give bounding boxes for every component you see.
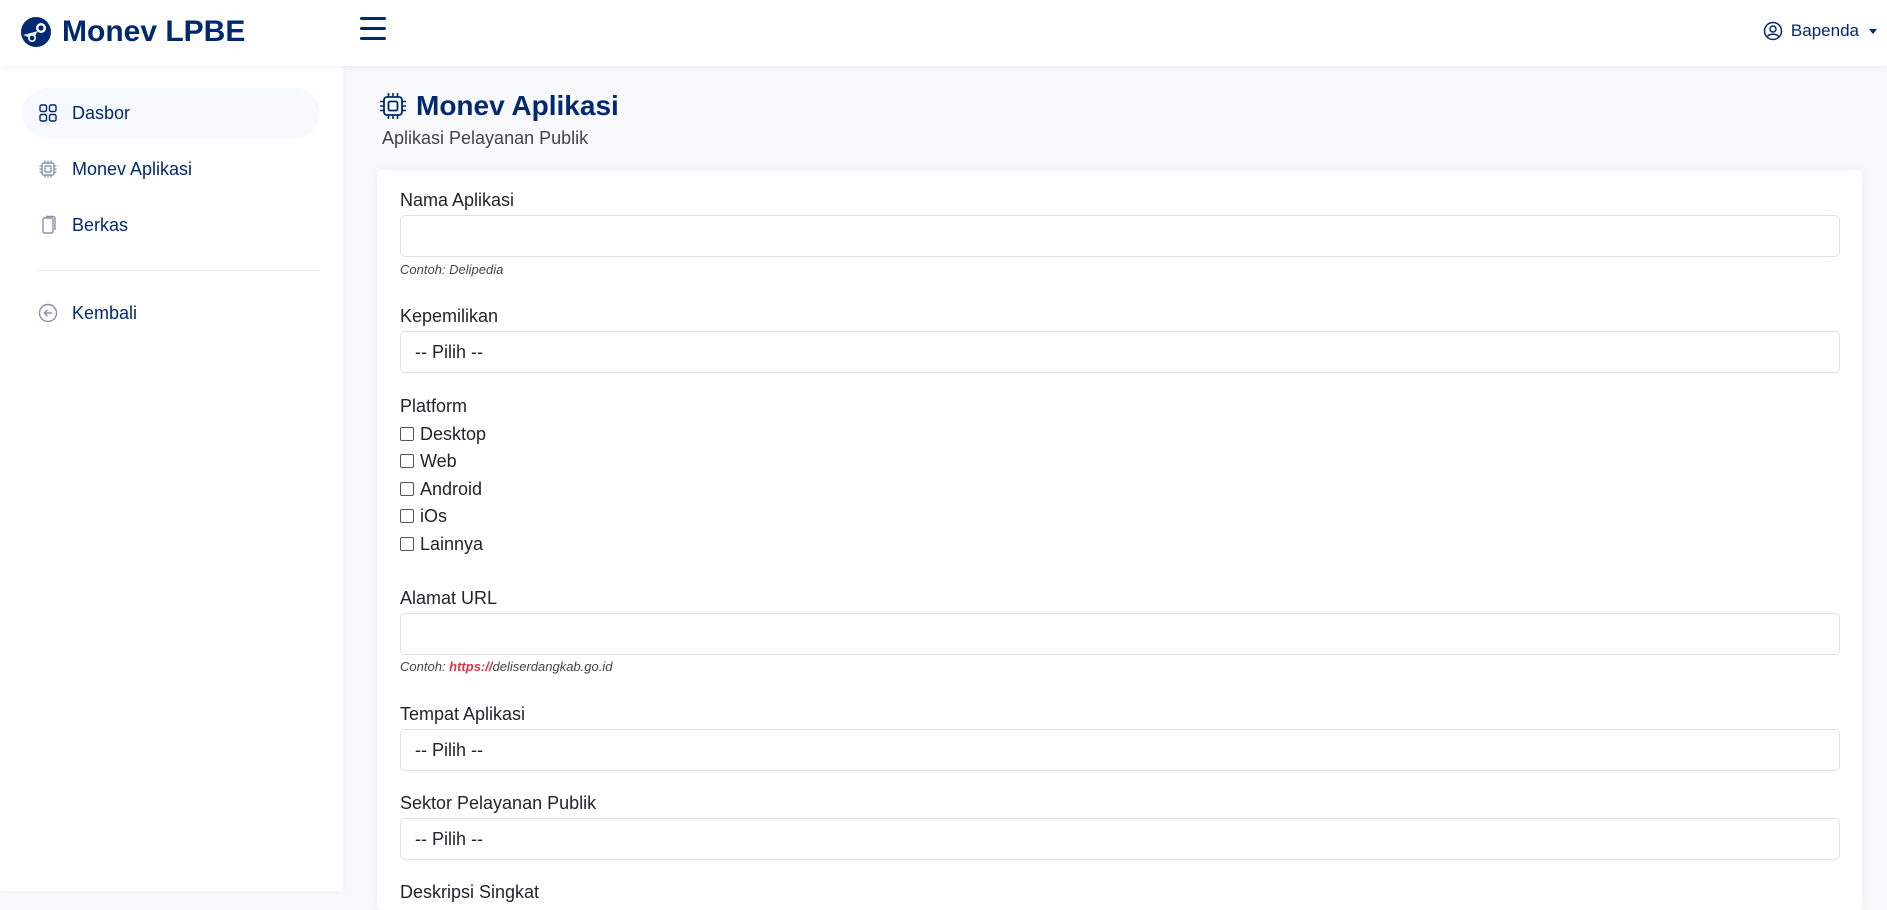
- alamat-url-label: Alamat URL: [400, 588, 498, 608]
- user-menu[interactable]: Bapenda: [1763, 18, 1877, 44]
- platform-option-label: Desktop: [420, 423, 487, 444]
- chevron-down-icon: [1869, 28, 1877, 34]
- page-title: Monev Aplikasi: [378, 88, 619, 124]
- nama-aplikasi-input[interactable]: [400, 215, 1840, 257]
- tempat-aplikasi-label: Tempat Aplikasi: [400, 704, 526, 724]
- alamat-url-input[interactable]: [400, 613, 1840, 655]
- hint-scheme: https://: [449, 659, 493, 674]
- alamat-url-hint: Contoh: https://deliserdangkab.go.id: [400, 659, 612, 674]
- sidebar-item-label: Berkas: [72, 214, 129, 235]
- platform-option-label: iOs: [420, 505, 447, 526]
- sidebar: Dasbor Monev Aplikasi Berkas Kembali: [0, 66, 343, 891]
- nama-aplikasi-label: Nama Aplikasi: [400, 190, 515, 210]
- menu-toggle-button[interactable]: [360, 16, 386, 40]
- sidebar-item-kembali[interactable]: Kembali: [22, 288, 320, 338]
- desktop-checkbox[interactable]: [400, 427, 414, 441]
- kepemilikan-label: Kepemilikan: [400, 306, 499, 326]
- sektor-pelayanan-select[interactable]: -- Pilih --: [400, 818, 1840, 860]
- sidebar-item-berkas[interactable]: Berkas: [22, 200, 320, 250]
- arrow-left-circle-icon: [38, 303, 58, 323]
- sidebar-item-label: Dasbor: [72, 102, 131, 123]
- brand-title: Monev LPBE: [62, 15, 246, 48]
- sektor-pelayanan-label: Sektor Pelayanan Publik: [400, 793, 597, 813]
- lainnya-checkbox[interactable]: [400, 537, 414, 551]
- platform-option-label: Lainnya: [420, 533, 484, 554]
- sidebar-item-label: Monev Aplikasi: [72, 158, 193, 179]
- sektor-selected-value: -- Pilih --: [415, 828, 483, 849]
- hint-domain: deliserdangkab.go.id: [492, 659, 613, 674]
- cpu-icon: [39, 160, 57, 178]
- steam-logo-icon: [21, 17, 51, 47]
- grid-icon: [39, 104, 57, 122]
- android-checkbox[interactable]: [400, 482, 414, 496]
- nama-aplikasi-hint: Contoh: Delipedia: [400, 262, 504, 277]
- user-circle-icon: [1763, 21, 1783, 41]
- sidebar-item-monev-aplikasi[interactable]: Monev Aplikasi: [22, 144, 320, 194]
- web-checkbox[interactable]: [400, 454, 414, 468]
- form-card: Nama Aplikasi Contoh: Delipedia Kepemili…: [377, 170, 1862, 910]
- sidebar-item-label: Kembali: [72, 302, 138, 323]
- hamburger-line: [360, 27, 386, 30]
- platform-option-ios[interactable]: iOs: [400, 504, 447, 528]
- hamburger-line: [360, 17, 386, 20]
- sidebar-item-dasbor[interactable]: Dasbor: [22, 88, 320, 138]
- platform-option-android[interactable]: Android: [400, 477, 482, 501]
- sidebar-divider: [38, 270, 320, 271]
- cpu-icon: [380, 93, 406, 119]
- hint-prefix: Contoh:: [400, 659, 450, 674]
- kepemilikan-selected-value: -- Pilih --: [415, 341, 483, 362]
- tempat-selected-value: -- Pilih --: [415, 739, 483, 760]
- hamburger-line: [360, 37, 386, 40]
- page-subtitle: Aplikasi Pelayanan Publik: [382, 128, 589, 148]
- ios-checkbox[interactable]: [400, 509, 414, 523]
- platform-option-label: Android: [420, 478, 483, 499]
- top-navbar: Monev LPBE Bapenda: [0, 0, 1887, 66]
- brand[interactable]: Monev LPBE: [20, 12, 245, 52]
- platform-option-web[interactable]: Web: [400, 449, 457, 473]
- files-icon: [42, 215, 56, 234]
- user-name: Bapenda: [1790, 21, 1859, 40]
- platform-option-desktop[interactable]: Desktop: [400, 422, 486, 446]
- page-title-text: Monev Aplikasi: [416, 90, 619, 121]
- deskripsi-singkat-label: Deskripsi Singkat: [400, 882, 540, 902]
- platform-label: Platform: [400, 396, 468, 416]
- tempat-aplikasi-select[interactable]: -- Pilih --: [400, 729, 1840, 771]
- kepemilikan-select[interactable]: -- Pilih --: [400, 331, 1840, 373]
- platform-option-lainnya[interactable]: Lainnya: [400, 532, 483, 556]
- platform-option-label: Web: [420, 450, 457, 471]
